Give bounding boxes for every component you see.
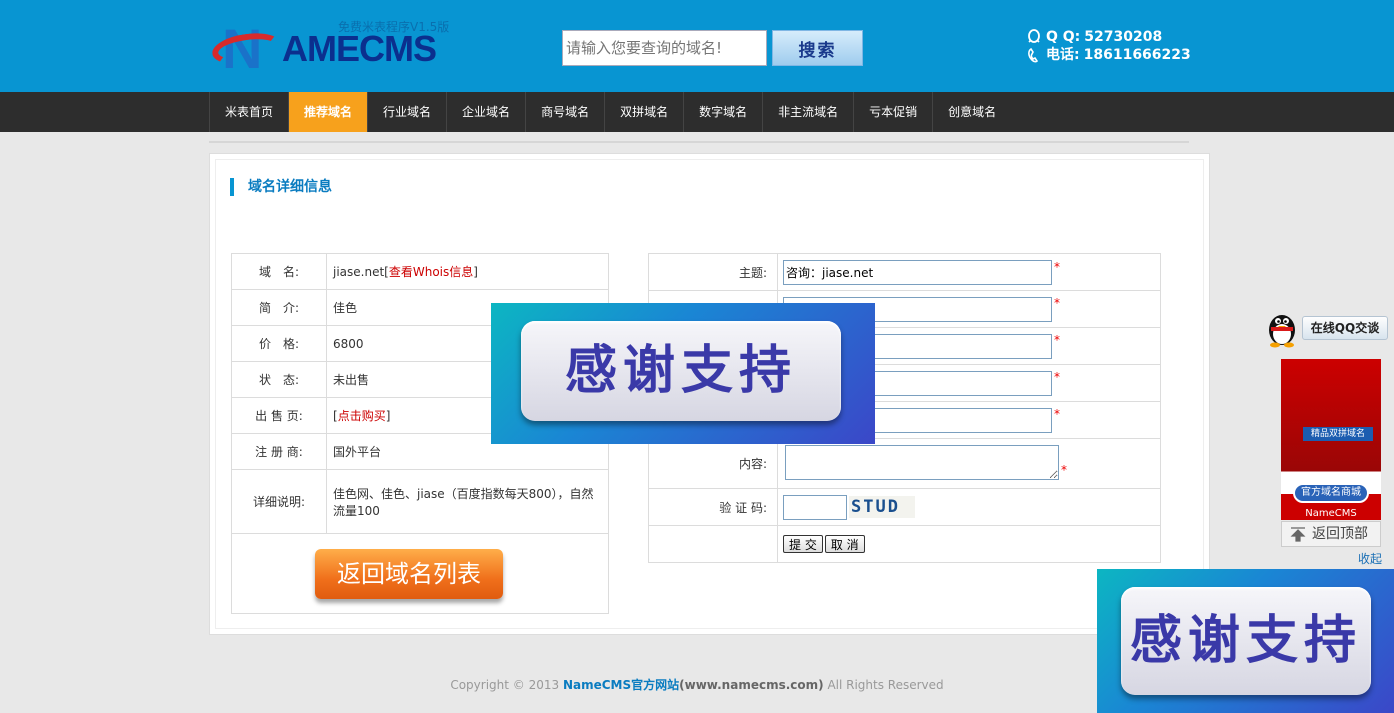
nav-item-pinyin[interactable]: 双拼域名 bbox=[604, 92, 683, 132]
status-label: 状 态: bbox=[231, 361, 327, 398]
qq-icon bbox=[1028, 29, 1040, 43]
copyright-suffix: All Rights Reserved bbox=[823, 678, 944, 692]
footer-brand-link[interactable]: NameCMS官方网站 bbox=[563, 678, 679, 692]
sale-page-label: 出 售 页: bbox=[231, 397, 327, 434]
required-mark: * bbox=[1054, 296, 1060, 310]
thanks-text: 感谢支持 bbox=[521, 321, 841, 421]
empty-cell bbox=[648, 525, 778, 563]
back-to-list-button[interactable]: 返回域名列表 bbox=[315, 548, 503, 599]
contact-info: Q Q: 52730208 电话: 18611666223 bbox=[1026, 28, 1191, 64]
back-button-cell: 返回域名列表 bbox=[231, 533, 609, 614]
footer-site: (www.namecms.com) bbox=[679, 678, 824, 692]
site-logo[interactable]: 免费米表程序V1.5版 N AMECMS bbox=[210, 14, 462, 80]
form-row: 主题: * bbox=[648, 253, 1161, 291]
nav-item-alternative[interactable]: 非主流域名 bbox=[762, 92, 853, 132]
back-to-top-label: 返回顶部 bbox=[1312, 526, 1368, 542]
phone-contact: 电话: 18611666223 bbox=[1026, 46, 1191, 64]
content-textarea[interactable] bbox=[785, 444, 1059, 480]
arrow-up-icon bbox=[1290, 527, 1306, 542]
penguin-icon bbox=[1269, 315, 1295, 348]
domain-mall-ad[interactable]: 精品双拼域名 官方域名商城 NameCMS bbox=[1281, 359, 1381, 520]
section-title: 域名详细信息 bbox=[230, 178, 332, 196]
form-row: 验 证 码: STUD bbox=[648, 488, 1161, 526]
phone-label: 电话: bbox=[1046, 47, 1080, 63]
registrar-label: 注 册 商: bbox=[231, 433, 327, 470]
qq-label: Q Q: bbox=[1046, 29, 1081, 45]
description-value: 佳色网、佳色、jiase（百度指数每天800），自然流量100 bbox=[326, 469, 609, 534]
buy-link[interactable]: 点击购买 bbox=[338, 409, 386, 423]
intro-label: 简 介: bbox=[231, 289, 327, 326]
phone-icon bbox=[1028, 47, 1039, 63]
domain-search-input[interactable] bbox=[562, 30, 767, 66]
nav-item-enterprise[interactable]: 企业域名 bbox=[446, 92, 525, 132]
required-mark: * bbox=[1054, 370, 1060, 384]
form-row: 内容: * bbox=[648, 438, 1161, 489]
qq-chat-widget[interactable]: 在线QQ交谈 bbox=[1262, 306, 1388, 348]
footer: Copyright © 2013 NameCMS官方网站(www.namecms… bbox=[0, 676, 1394, 693]
captcha-input[interactable] bbox=[783, 494, 847, 520]
site-header: 免费米表程序V1.5版 N AMECMS 搜索 Q Q: 52730208 电话… bbox=[0, 0, 1394, 92]
nav-item-industry[interactable]: 行业域名 bbox=[367, 92, 446, 132]
ad-sign: 精品双拼域名 bbox=[1303, 427, 1373, 441]
subject-input[interactable] bbox=[783, 259, 1052, 285]
required-mark: * bbox=[1054, 333, 1060, 347]
logo-text: AMECMS bbox=[282, 28, 437, 69]
divider bbox=[209, 141, 1189, 143]
qq-number: 52730208 bbox=[1084, 29, 1163, 45]
collapse-link[interactable]: 收起 bbox=[1358, 550, 1382, 567]
domain-label: 域 名: bbox=[231, 253, 327, 290]
description-label: 详细说明: bbox=[231, 469, 327, 534]
thanks-popup[interactable]: 感谢支持 bbox=[491, 303, 875, 444]
content-cell: * bbox=[777, 438, 1161, 489]
qq-chat-label: 在线QQ交谈 bbox=[1302, 316, 1388, 340]
search-button[interactable]: 搜索 bbox=[772, 30, 863, 66]
copyright-prefix: Copyright © 2013 bbox=[450, 678, 563, 692]
domain-cell: jiase.net[查看Whois信息] bbox=[326, 253, 609, 290]
nav-item-creative[interactable]: 创意域名 bbox=[932, 92, 1011, 132]
nav-item-brand[interactable]: 商号域名 bbox=[525, 92, 604, 132]
main-nav: 米表首页 推荐域名 行业域名 企业域名 商号域名 双拼域名 数字域名 非主流域名… bbox=[0, 92, 1394, 132]
nav-item-home[interactable]: 米表首页 bbox=[209, 92, 288, 132]
content-label: 内容: bbox=[648, 438, 778, 489]
ad-brand: NameCMS bbox=[1305, 508, 1357, 519]
subject-cell: * bbox=[777, 253, 1161, 291]
nav-item-numeric[interactable]: 数字域名 bbox=[683, 92, 762, 132]
required-mark: * bbox=[1054, 407, 1060, 421]
whois-link[interactable]: 查看Whois信息 bbox=[389, 265, 473, 279]
domain-value: jiase.net bbox=[333, 265, 385, 279]
nav-items: 米表首页 推荐域名 行业域名 企业域名 商号域名 双拼域名 数字域名 非主流域名… bbox=[209, 92, 1011, 132]
form-row: 提 交取 消 bbox=[648, 525, 1161, 563]
table-row: 详细说明: 佳色网、佳色、jiase（百度指数每天800），自然流量100 bbox=[231, 469, 609, 534]
subject-label: 主题: bbox=[648, 253, 778, 291]
ad-mall-button[interactable]: 官方域名商城 bbox=[1293, 483, 1369, 503]
table-row: 域 名: jiase.net[查看Whois信息] bbox=[231, 253, 609, 290]
table-row: 返回域名列表 bbox=[231, 533, 609, 614]
nav-item-clearance[interactable]: 亏本促销 bbox=[853, 92, 932, 132]
submit-button[interactable]: 提 交 bbox=[783, 535, 823, 553]
buttons-cell: 提 交取 消 bbox=[777, 525, 1161, 563]
price-label: 价 格: bbox=[231, 325, 327, 362]
captcha-label: 验 证 码: bbox=[648, 488, 778, 526]
captcha-cell: STUD bbox=[777, 488, 1161, 526]
qq-contact: Q Q: 52730208 bbox=[1026, 28, 1191, 46]
captcha-image[interactable]: STUD bbox=[849, 496, 915, 518]
phone-number: 18611666223 bbox=[1083, 47, 1191, 63]
required-mark: * bbox=[1061, 462, 1067, 477]
required-mark: * bbox=[1054, 259, 1060, 274]
nav-item-recommended[interactable]: 推荐域名 bbox=[288, 92, 368, 132]
back-to-top-button[interactable]: 返回顶部 bbox=[1281, 521, 1381, 547]
cancel-button[interactable]: 取 消 bbox=[824, 535, 865, 553]
